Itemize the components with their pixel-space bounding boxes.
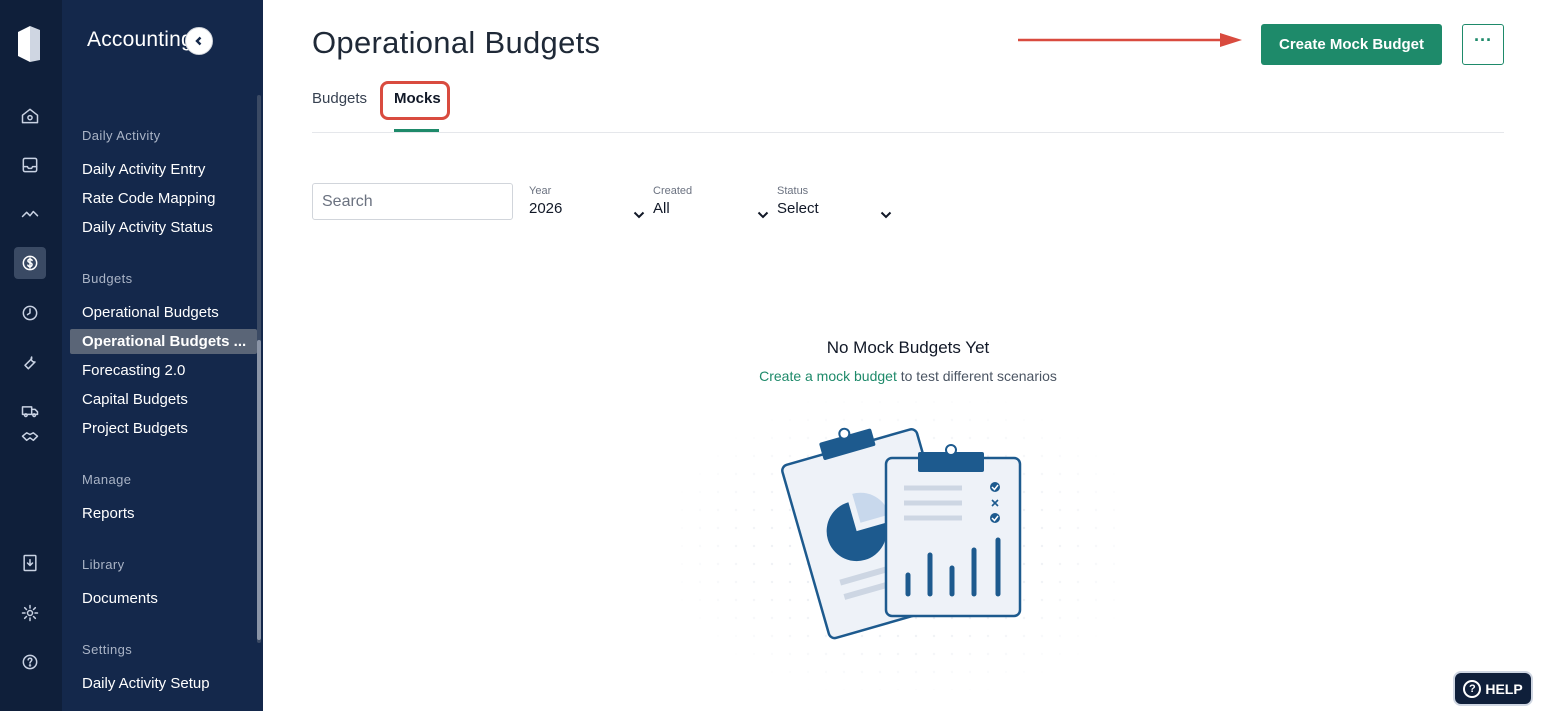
clipboard-illustration — [680, 400, 1130, 690]
nav-item-documents[interactable]: Documents — [70, 586, 257, 611]
nav-item-forecasting[interactable]: Forecasting 2.0 — [70, 358, 257, 383]
nav-item-project-budgets[interactable]: Project Budgets — [70, 416, 257, 441]
chevron-left-icon — [195, 36, 202, 46]
empty-state-subtitle: Create a mock budget to test different s… — [600, 368, 1216, 384]
section-settings: Settings — [82, 642, 133, 657]
section-budgets: Budgets — [82, 271, 133, 286]
tab-highlight-annotation — [380, 81, 450, 120]
icon-rail — [0, 0, 62, 711]
empty-state-suffix: to test different scenarios — [896, 368, 1057, 384]
nav-item-daily-activity-entry[interactable]: Daily Activity Entry — [70, 157, 257, 182]
collapse-sidebar-button[interactable] — [185, 27, 213, 55]
activity-icon[interactable] — [14, 198, 46, 230]
search-input[interactable] — [312, 183, 513, 220]
dollar-icon[interactable] — [14, 247, 46, 279]
create-mock-budget-button[interactable]: Create Mock Budget — [1261, 24, 1442, 65]
sidebar-scrollbar-thumb[interactable] — [257, 340, 261, 640]
wrench-icon[interactable] — [14, 346, 46, 378]
help-circle-icon[interactable] — [14, 646, 46, 678]
handshake-icon[interactable] — [14, 421, 46, 453]
annotation-arrow — [1018, 33, 1242, 47]
year-filter-value: 2026 — [529, 200, 563, 217]
help-button[interactable]: ? HELP — [1453, 671, 1533, 706]
status-filter-value: Select — [777, 200, 819, 217]
year-filter[interactable]: Year 2026 — [529, 185, 647, 217]
nav-item-daily-activity-status[interactable]: Daily Activity Status — [70, 215, 257, 240]
app-logo-icon[interactable] — [16, 22, 42, 64]
section-manage: Manage — [82, 472, 132, 487]
nav-item-daily-activity-setup[interactable]: Daily Activity Setup — [70, 671, 257, 696]
book-icon[interactable] — [14, 547, 46, 579]
created-filter-value: All — [653, 200, 670, 217]
create-mock-budget-link[interactable]: Create a mock budget — [759, 368, 897, 384]
app-title: Accounting — [87, 28, 193, 51]
home-icon[interactable] — [14, 100, 46, 132]
status-filter-label: Status — [777, 185, 809, 197]
chevron-down-icon[interactable] — [757, 206, 769, 219]
nav-item-reports[interactable]: Reports — [70, 501, 257, 526]
chevron-down-icon[interactable] — [633, 206, 645, 219]
sidebar-nav: Accounting Daily Activity Daily Activity… — [62, 0, 263, 711]
status-filter[interactable]: Status Select — [777, 185, 895, 217]
section-daily-activity: Daily Activity — [82, 128, 161, 143]
created-filter[interactable]: Created All — [653, 185, 771, 217]
page-title: Operational Budgets — [312, 25, 601, 60]
inbox-icon[interactable] — [14, 149, 46, 181]
chevron-down-icon[interactable] — [880, 206, 892, 219]
nav-item-rate-code-mapping[interactable]: Rate Code Mapping — [70, 186, 257, 211]
nav-item-capital-budgets[interactable]: Capital Budgets — [70, 387, 257, 412]
tab-budgets[interactable]: Budgets — [312, 90, 367, 107]
year-filter-label: Year — [529, 185, 552, 197]
section-library: Library — [82, 557, 125, 572]
empty-state-title: No Mock Budgets Yet — [826, 338, 990, 357]
help-label: HELP — [1485, 680, 1523, 697]
nav-item-operational-budgets[interactable]: Operational Budgets — [70, 300, 257, 325]
question-icon: ? — [1463, 679, 1482, 698]
tab-divider — [312, 132, 1504, 133]
clock-icon[interactable] — [14, 297, 46, 329]
created-filter-label: Created — [653, 185, 693, 197]
gear-icon[interactable] — [14, 597, 46, 629]
more-options-button[interactable]: ··· — [1462, 24, 1504, 65]
nav-item-operational-budgets-mocks[interactable]: Operational Budgets ... — [70, 329, 257, 354]
